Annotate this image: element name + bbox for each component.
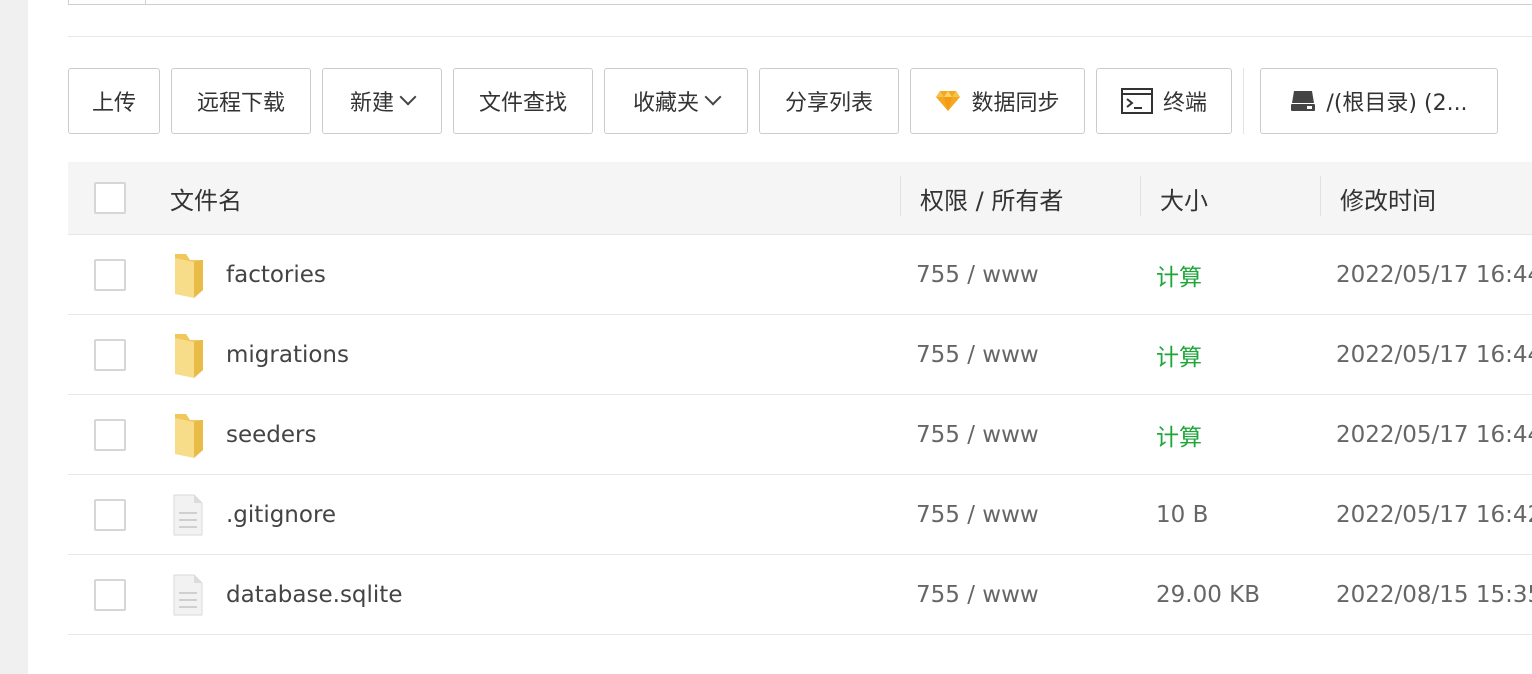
remote-download-button[interactable]: 远程下载 (171, 68, 311, 134)
calculate-size-link[interactable]: 计算 (1156, 315, 1202, 394)
file-name[interactable]: factories (226, 235, 326, 314)
file-size: 29.00 KB (1156, 581, 1261, 608)
row-select-cell (94, 475, 126, 554)
file-icon-cell (172, 475, 204, 554)
path-bar-divider (145, 0, 146, 4)
header-perm[interactable]: 权限 / 所有者 (920, 162, 1063, 234)
share-list-button[interactable]: 分享列表 (759, 68, 899, 134)
file-name[interactable]: database.sqlite (226, 555, 402, 634)
file-manager-panel: 上传 远程下载 新建 文件查找 收藏夹 分享列表 数据同步 终端 /(根目录) … (28, 0, 1532, 674)
folder-icon (172, 410, 206, 460)
file-icon-cell (172, 235, 206, 314)
row-select-cell (94, 555, 126, 634)
file-icon-cell (172, 315, 206, 394)
data-sync-label: 数据同步 (971, 91, 1060, 116)
table-row[interactable]: .gitignore 755 / www 10 B 2022/05/17 16:… (68, 475, 1532, 555)
row-checkbox[interactable] (94, 338, 126, 371)
row-checkbox[interactable] (94, 578, 126, 611)
file-size: 10 B (1156, 501, 1209, 528)
favorites-label: 收藏夹 (632, 91, 699, 116)
column-divider[interactable] (1320, 176, 1321, 216)
table-row[interactable]: migrations 755 / www 计算 2022/05/17 16:44 (68, 315, 1532, 395)
column-divider[interactable] (900, 176, 901, 216)
header-size[interactable]: 大小 (1160, 162, 1208, 234)
file-name[interactable]: seeders (226, 395, 316, 474)
file-search-button[interactable]: 文件查找 (453, 68, 593, 134)
row-checkbox[interactable] (94, 498, 126, 531)
file-icon-cell (172, 555, 204, 634)
file-table: 文件名 权限 / 所有者 大小 修改时间 factories 755 / www… (68, 162, 1532, 635)
header-mtime[interactable]: 修改时间 (1340, 162, 1436, 234)
path-bar[interactable] (68, 0, 1532, 5)
toolbar-divider (1243, 68, 1244, 134)
table-row[interactable]: factories 755 / www 计算 2022/05/17 16:44 (68, 235, 1532, 315)
file-permission[interactable]: 755 / www (916, 315, 1039, 394)
file-mtime: 2022/05/17 16:44 (1336, 341, 1532, 368)
file-mtime: 2022/05/17 16:44 (1336, 261, 1532, 288)
toolbar: 上传 远程下载 新建 文件查找 收藏夹 分享列表 数据同步 终端 /(根目录) … (68, 68, 1509, 134)
file-name[interactable]: .gitignore (226, 475, 336, 554)
hard-drive-icon (1290, 89, 1316, 113)
table-body: factories 755 / www 计算 2022/05/17 16:44 … (68, 235, 1532, 635)
file-permission[interactable]: 755 / www (916, 395, 1039, 474)
share-list-label: 分享列表 (784, 91, 873, 116)
chevron-down-icon (704, 88, 722, 106)
header-name[interactable]: 文件名 (170, 162, 242, 234)
terminal-icon (1120, 88, 1153, 114)
row-checkbox[interactable] (94, 418, 126, 451)
row-select-cell (94, 235, 126, 314)
calculate-size-link[interactable]: 计算 (1156, 235, 1202, 314)
table-header: 文件名 权限 / 所有者 大小 修改时间 (68, 162, 1532, 235)
table-row[interactable]: seeders 755 / www 计算 2022/05/17 16:44 (68, 395, 1532, 475)
column-divider[interactable] (1140, 176, 1141, 216)
remote-download-label: 远程下载 (196, 91, 285, 116)
gem-icon (935, 90, 961, 112)
file-mtime: 2022/05/17 16:42 (1336, 501, 1532, 528)
file-permission[interactable]: 755 / www (916, 475, 1039, 554)
file-icon (172, 573, 204, 617)
file-permission[interactable]: 755 / www (916, 235, 1039, 314)
row-select-cell (94, 315, 126, 394)
favorites-button[interactable]: 收藏夹 (604, 68, 748, 134)
table-row[interactable]: database.sqlite 755 / www 29.00 KB 2022/… (68, 555, 1532, 635)
disk-button[interactable]: /(根目录) (2... (1260, 68, 1498, 134)
terminal-label: 终端 (1162, 91, 1207, 116)
file-icon (172, 493, 204, 537)
file-mtime: 2022/08/15 15:35 (1336, 581, 1532, 608)
new-button[interactable]: 新建 (322, 68, 442, 134)
select-all-checkbox[interactable] (94, 182, 126, 214)
file-mtime: 2022/05/17 16:44 (1336, 421, 1532, 448)
upload-label: 上传 (91, 91, 136, 116)
file-search-label: 文件查找 (478, 91, 567, 116)
calculate-size-link[interactable]: 计算 (1156, 395, 1202, 474)
data-sync-button[interactable]: 数据同步 (910, 68, 1085, 134)
folder-icon (172, 330, 206, 380)
folder-icon (172, 250, 206, 300)
new-label: 新建 (349, 91, 394, 116)
file-permission[interactable]: 755 / www (916, 555, 1039, 634)
chevron-down-icon (399, 88, 417, 106)
disk-label: /(根目录) (2... (1326, 91, 1468, 116)
select-all-cell (94, 162, 126, 234)
file-name[interactable]: migrations (226, 315, 349, 394)
file-icon-cell (172, 395, 206, 474)
row-select-cell (94, 395, 126, 474)
terminal-button[interactable]: 终端 (1096, 68, 1232, 134)
upload-button[interactable]: 上传 (68, 68, 160, 134)
row-checkbox[interactable] (94, 258, 126, 291)
divider (68, 36, 1532, 37)
